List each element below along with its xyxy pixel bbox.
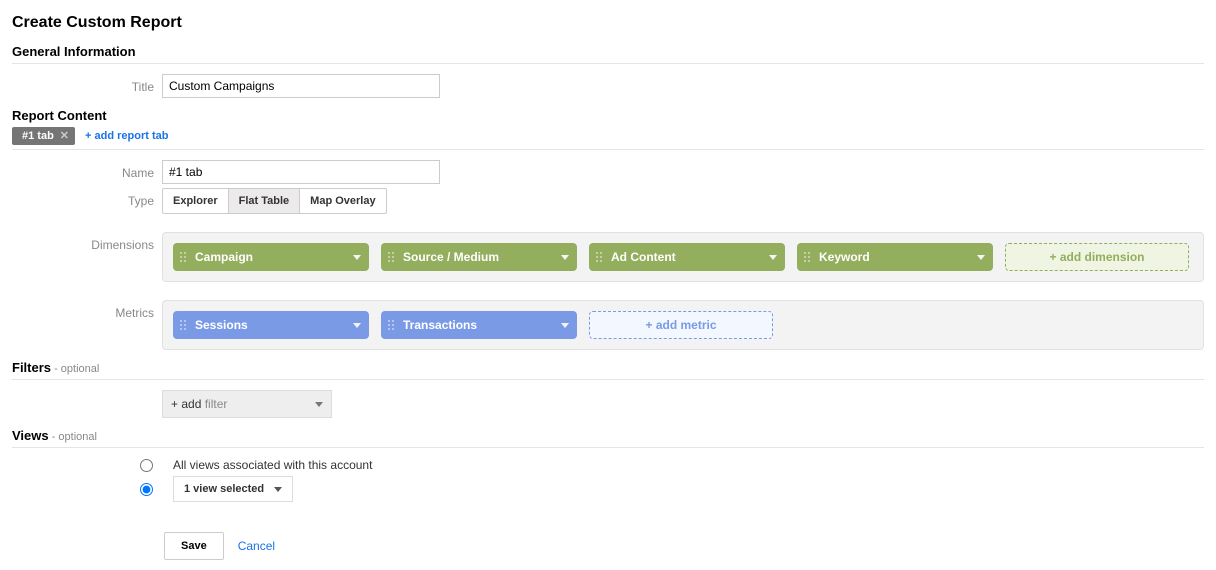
section-filters-heading: Filters - optional [12, 360, 1204, 375]
type-option-flat-table[interactable]: Flat Table [229, 188, 301, 214]
drag-grip-icon [387, 251, 395, 263]
chip-label: Transactions [403, 318, 477, 332]
dimension-chip-keyword[interactable]: Keyword [797, 243, 993, 271]
chevron-down-icon [561, 255, 569, 260]
section-content-heading: Report Content [12, 108, 1204, 123]
drag-grip-icon [595, 251, 603, 263]
add-filter-label: + add filter [171, 397, 227, 411]
chip-label: Ad Content [611, 250, 676, 264]
views-optional-text: - optional [49, 431, 97, 443]
metric-chip-sessions[interactable]: Sessions [173, 311, 369, 339]
type-option-explorer[interactable]: Explorer [162, 188, 229, 214]
add-metric-button[interactable]: + add metric [589, 311, 773, 339]
dimension-chip-ad-content[interactable]: Ad Content [589, 243, 785, 271]
views-selected-radio[interactable] [140, 483, 153, 496]
chip-label: Campaign [195, 250, 253, 264]
views-all-label: All views associated with this account [173, 458, 372, 472]
drag-grip-icon [803, 251, 811, 263]
title-input[interactable] [162, 74, 440, 98]
cancel-link[interactable]: Cancel [238, 539, 275, 553]
report-tab-label: #1 tab [22, 130, 54, 142]
add-report-tab-link[interactable]: + add report tab [85, 130, 168, 142]
chip-label: Sessions [195, 318, 248, 332]
chevron-down-icon [977, 255, 985, 260]
views-selected-label: 1 view selected [184, 483, 264, 495]
page-title: Create Custom Report [12, 14, 1204, 32]
type-option-map-overlay[interactable]: Map Overlay [300, 188, 386, 214]
close-icon[interactable]: ✕ [60, 131, 69, 142]
save-button[interactable]: Save [164, 532, 224, 560]
chevron-down-icon [561, 323, 569, 328]
chevron-down-icon [769, 255, 777, 260]
report-tab[interactable]: #1 tab ✕ [12, 127, 75, 145]
chip-label: Source / Medium [403, 250, 499, 264]
dimensions-label: Dimensions [12, 232, 162, 252]
name-label: Name [12, 160, 162, 180]
dimension-chip-campaign[interactable]: Campaign [173, 243, 369, 271]
views-all-radio[interactable] [140, 459, 153, 472]
section-views-heading: Views - optional [12, 428, 1204, 443]
tab-name-input[interactable] [162, 160, 440, 184]
add-dimension-button[interactable]: + add dimension [1005, 243, 1189, 271]
dimension-chip-source-medium[interactable]: Source / Medium [381, 243, 577, 271]
chevron-down-icon [274, 487, 282, 492]
views-title-text: Views [12, 428, 49, 443]
chevron-down-icon [353, 255, 361, 260]
chevron-down-icon [353, 323, 361, 328]
metric-chip-transactions[interactable]: Transactions [381, 311, 577, 339]
filters-optional-text: - optional [51, 363, 99, 375]
dimensions-container: Campaign Source / Medium Ad Content Keyword… [162, 232, 1204, 282]
type-label: Type [12, 188, 162, 208]
type-button-group: ExplorerFlat TableMap Overlay [162, 188, 387, 214]
metrics-container: Sessions Transactions + add metric [162, 300, 1204, 350]
title-label: Title [12, 74, 162, 94]
drag-grip-icon [179, 319, 187, 331]
section-general-heading: General Information [12, 44, 1204, 59]
chevron-down-icon [315, 402, 323, 407]
filters-title-text: Filters [12, 360, 51, 375]
metrics-label: Metrics [12, 300, 162, 320]
chip-label: Keyword [819, 250, 870, 264]
add-filter-dropdown[interactable]: + add filter [162, 390, 332, 418]
views-selected-dropdown[interactable]: 1 view selected [173, 476, 293, 502]
drag-grip-icon [179, 251, 187, 263]
drag-grip-icon [387, 319, 395, 331]
